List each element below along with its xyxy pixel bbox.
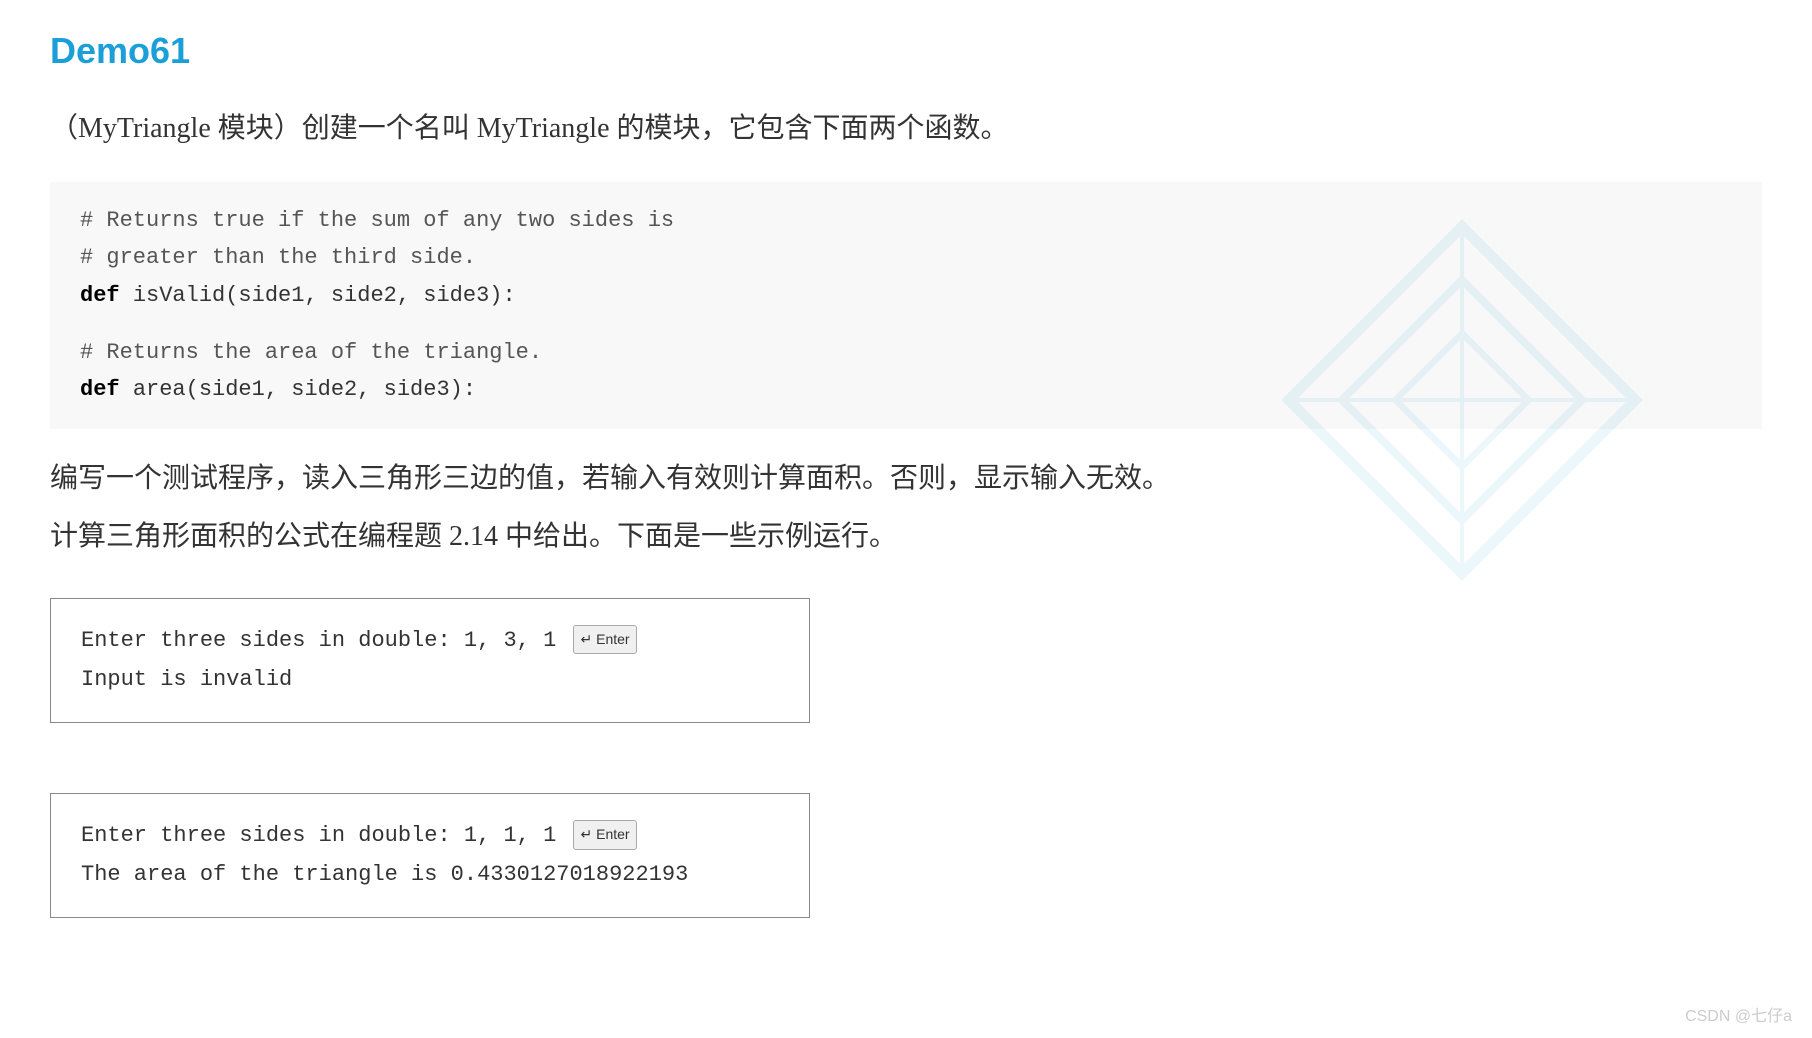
terminal1-line1: Enter three sides in double: 1, 3, 1 ↵ E… xyxy=(81,621,779,661)
enter-badge-2: ↵ Enter xyxy=(573,820,636,849)
code-comment1: # Returns true if the sum of any two sid… xyxy=(80,202,1732,239)
code-comment2: # greater than the third side. xyxy=(80,239,1732,276)
code-func1: def isValid(side1, side2, side3): xyxy=(80,277,1732,314)
code-comment3: # Returns the area of the triangle. xyxy=(80,334,1732,371)
description: （MyTriangle 模块）创建一个名叫 MyTriangle 的模块，它包含… xyxy=(50,107,1762,152)
enter-badge-1: ↵ Enter xyxy=(573,625,636,654)
code-func2: def area(side1, side2, side3): xyxy=(80,371,1732,408)
body-line1: 编写一个测试程序，读入三角形三边的值，若输入有效则计算面积。否则，显示输入无效。 xyxy=(50,454,1762,504)
code-block: # Returns true if the sum of any two sid… xyxy=(50,182,1762,429)
body-text: 编写一个测试程序，读入三角形三边的值，若输入有效则计算面积。否则，显示输入无效。… xyxy=(50,454,1762,563)
terminal2-line1: Enter three sides in double: 1, 1, 1 ↵ E… xyxy=(81,816,779,856)
body-line2: 计算三角形面积的公式在编程题 2.14 中给出。下面是一些示例运行。 xyxy=(50,512,1762,562)
terminal-box-1: Enter three sides in double: 1, 3, 1 ↵ E… xyxy=(50,598,1762,758)
terminal2-line2: The area of the triangle is 0.4330127018… xyxy=(81,855,779,895)
page-title: Demo61 xyxy=(50,30,1762,72)
csdn-footer: CSDN @七仔a xyxy=(1685,1002,1792,1026)
terminal1-line2: Input is invalid xyxy=(81,660,779,700)
terminal-box-2: Enter three sides in double: 1, 1, 1 ↵ E… xyxy=(50,793,1762,953)
